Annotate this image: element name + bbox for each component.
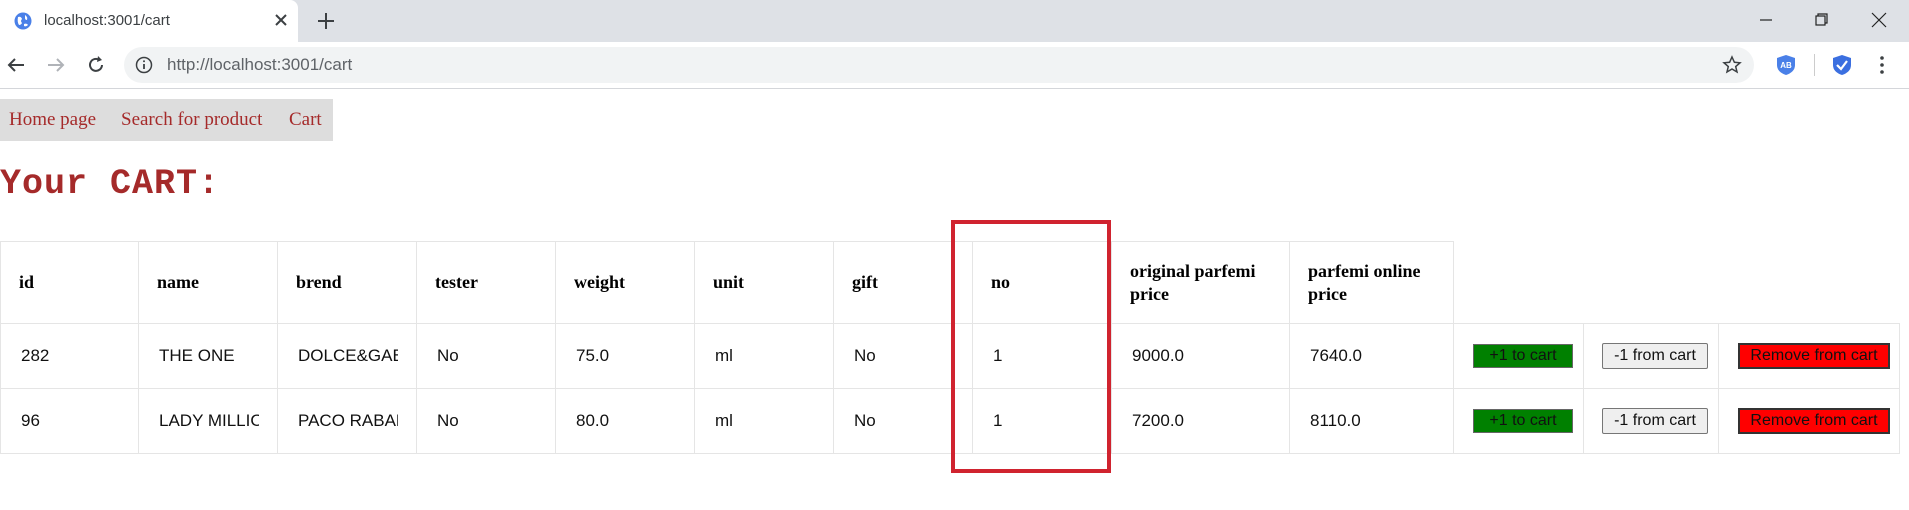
svg-text:AB: AB <box>1780 61 1792 70</box>
cell-name: THE ONE <box>138 323 278 389</box>
column-header-empty <box>1584 242 1719 324</box>
table-row: 282 THE ONE DOLCE&GABBANA No 75.0 ml No … <box>0 323 1900 389</box>
cell-tester-text: No <box>437 411 459 430</box>
cell-original-price-text: 9000.0 <box>1132 346 1184 365</box>
cell-remove-action: Remove from cart <box>1718 323 1900 389</box>
column-header-tester: tester <box>416 241 556 324</box>
info-icon[interactable] <box>135 56 153 74</box>
back-icon[interactable] <box>4 53 28 77</box>
page-title: Your CART: <box>0 164 221 204</box>
cell-online-price-text: 8110.0 <box>1310 411 1361 430</box>
remove-from-cart-button[interactable]: Remove from cart <box>1738 408 1890 434</box>
browser-tab-strip: localhost:3001/cart <box>0 0 1909 42</box>
bookmark-star-icon[interactable] <box>1722 55 1742 75</box>
cell-id-text: 96 <box>21 411 40 430</box>
cell-gift: No <box>833 388 973 454</box>
cell-sub-action: -1 from cart <box>1583 323 1719 389</box>
cell-online-price: 7640.0 <box>1289 323 1454 389</box>
nav-cart-link[interactable]: Cart <box>289 109 322 131</box>
remove-one-from-cart-button[interactable]: -1 from cart <box>1602 343 1708 369</box>
column-header-brend: brend <box>277 241 417 324</box>
table-header-row: id name brend tester weight unit gift no… <box>0 241 1900 324</box>
column-header-id: id <box>0 241 139 324</box>
column-header-name: name <box>138 241 278 324</box>
cell-unit: ml <box>694 388 834 454</box>
cell-gift-text: No <box>854 346 876 365</box>
cell-id-text: 282 <box>21 346 50 365</box>
restore-icon[interactable] <box>1799 0 1845 42</box>
column-header-gift: gift <box>833 241 973 324</box>
cell-weight-text: 75.0 <box>576 346 610 365</box>
nav-home-link[interactable]: Home page <box>9 109 96 131</box>
url-text[interactable]: http://localhost:3001/cart <box>167 55 352 75</box>
table-row: 96 LADY MILLION PACO RABANNE No 80.0 ml … <box>0 388 1900 454</box>
cell-online-price: 8110.0 <box>1289 388 1454 454</box>
column-header-weight: weight <box>555 241 695 324</box>
cell-brend: PACO RABANNE <box>277 388 417 454</box>
globe-icon <box>14 12 32 30</box>
column-header-unit: unit <box>694 241 834 324</box>
shield-check-extension-icon[interactable] <box>1830 53 1854 77</box>
cell-original-price-text: 7200.0 <box>1132 411 1184 430</box>
menu-kebab-icon[interactable] <box>1870 53 1894 77</box>
cell-unit: ml <box>694 323 834 389</box>
cell-id: 282 <box>0 323 139 389</box>
cell-add-action: +1 to cart <box>1453 388 1584 454</box>
cell-unit-text: ml <box>715 346 733 365</box>
cell-remove-action: Remove from cart <box>1718 388 1900 454</box>
cell-id: 96 <box>0 388 139 454</box>
cart-table: id name brend tester weight unit gift no… <box>0 241 1900 454</box>
cell-unit-text: ml <box>715 411 733 430</box>
cell-weight: 80.0 <box>555 388 695 454</box>
site-navbar: Home page Search for product Cart <box>0 99 333 141</box>
cell-weight-text: 80.0 <box>576 411 610 430</box>
browser-tab[interactable]: localhost:3001/cart <box>0 0 298 42</box>
cell-no-text: 1 <box>993 346 1003 365</box>
cell-no-text: 1 <box>993 411 1003 430</box>
column-header-empty <box>1719 242 1900 324</box>
column-header-online-price: parfemi online price <box>1289 241 1454 324</box>
cell-gift: No <box>833 323 973 389</box>
cell-online-price-text: 7640.0 <box>1310 346 1362 365</box>
cell-brend-text: PACO RABANNE <box>298 411 398 430</box>
remove-from-cart-button[interactable]: Remove from cart <box>1738 343 1890 369</box>
address-bar[interactable]: http://localhost:3001/cart <box>124 47 1754 83</box>
cell-tester: No <box>416 323 556 389</box>
toolbar-divider <box>1814 54 1815 76</box>
reload-icon[interactable] <box>84 53 108 77</box>
close-window-icon[interactable] <box>1856 0 1902 42</box>
cell-original-price: 9000.0 <box>1111 323 1290 389</box>
close-tab-icon[interactable] <box>271 10 291 30</box>
cell-brend-text: DOLCE&GABBANA <box>298 346 398 365</box>
column-header-original-price: original parfemi price <box>1111 241 1290 324</box>
cell-tester-text: No <box>437 346 459 365</box>
cell-add-action: +1 to cart <box>1453 323 1584 389</box>
cell-sub-action: -1 from cart <box>1583 388 1719 454</box>
cell-original-price: 7200.0 <box>1111 388 1290 454</box>
cell-name-text: LADY MILLION <box>159 411 259 430</box>
add-to-cart-button[interactable]: +1 to cart <box>1473 344 1573 368</box>
cell-no: 1 <box>972 388 1112 454</box>
cell-weight: 75.0 <box>555 323 695 389</box>
cell-name: LADY MILLION <box>138 388 278 454</box>
adblock-extension-icon[interactable]: AB <box>1774 53 1798 77</box>
minimize-icon[interactable] <box>1743 0 1789 42</box>
browser-toolbar: http://localhost:3001/cart AB <box>0 42 1909 89</box>
forward-icon[interactable] <box>44 53 68 77</box>
column-header-no: no <box>972 241 1112 324</box>
cell-gift-text: No <box>854 411 876 430</box>
cell-brend: DOLCE&GABBANA <box>277 323 417 389</box>
new-tab-icon[interactable] <box>315 10 337 32</box>
tab-title: localhost:3001/cart <box>44 12 170 29</box>
cell-no: 1 <box>972 323 1112 389</box>
remove-one-from-cart-button[interactable]: -1 from cart <box>1602 408 1708 434</box>
cell-tester: No <box>416 388 556 454</box>
cell-name-text: THE ONE <box>159 346 235 365</box>
column-header-empty <box>1454 242 1584 324</box>
nav-search-link[interactable]: Search for product <box>121 109 262 131</box>
add-to-cart-button[interactable]: +1 to cart <box>1473 409 1573 433</box>
